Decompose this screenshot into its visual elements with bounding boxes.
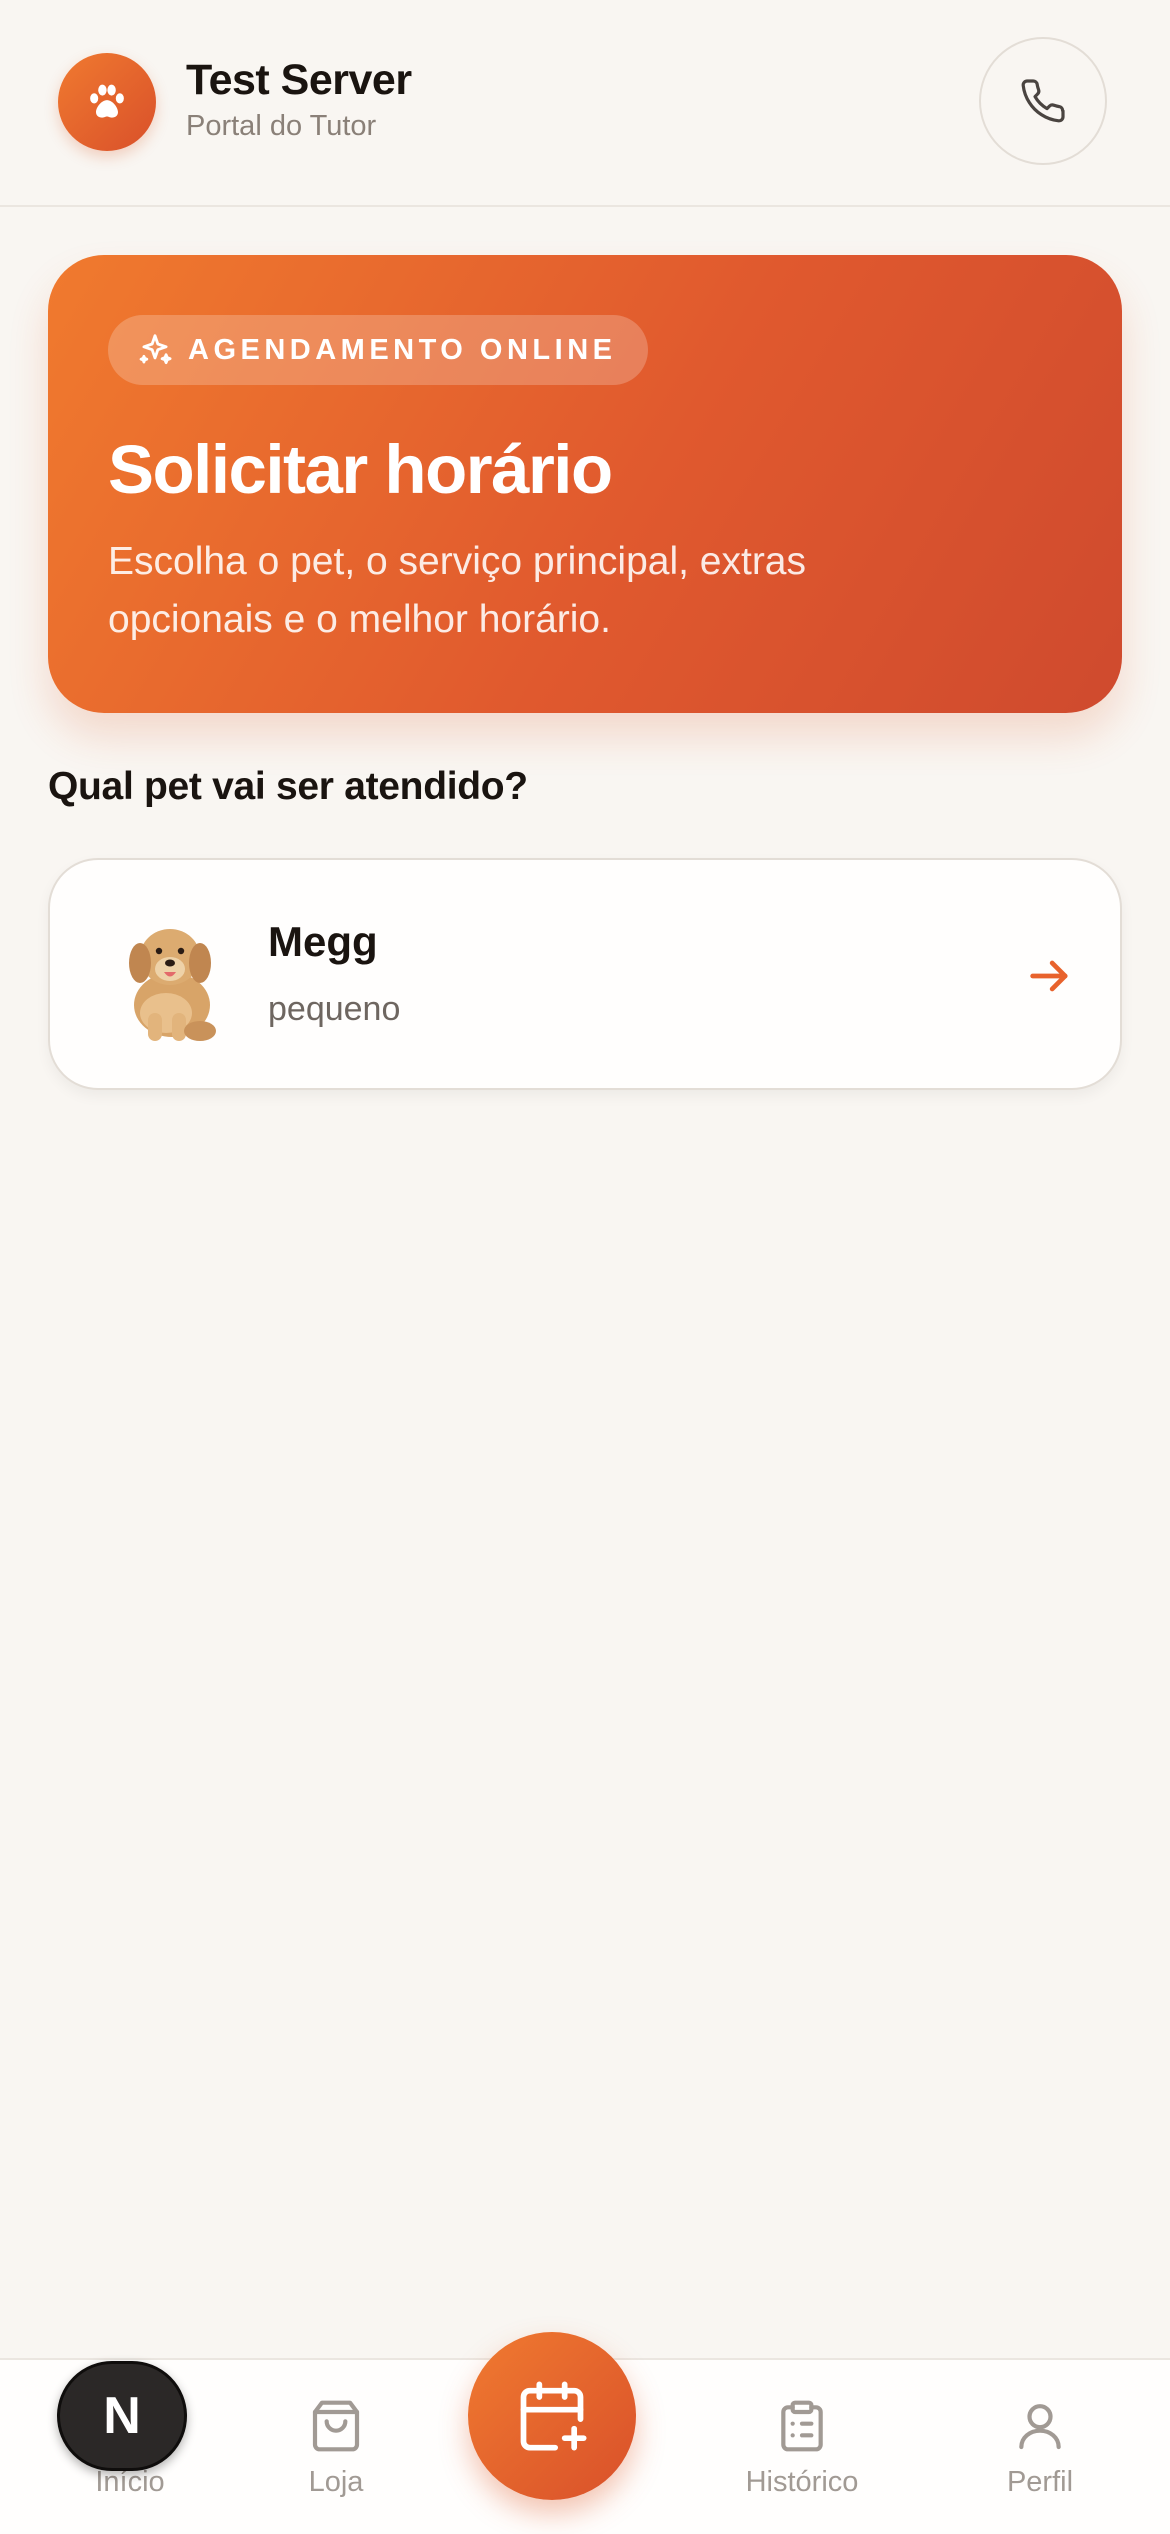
nav-label-perfil: Perfil bbox=[1006, 2466, 1074, 2498]
online-booking-badge: AGENDAMENTO ONLINE bbox=[108, 315, 649, 385]
pet-selection-heading: Qual pet vai ser atendido? bbox=[48, 765, 528, 808]
hero-title: Solicitar horário bbox=[108, 431, 613, 508]
pet-card-megg[interactable]: Megg pequeno bbox=[48, 858, 1122, 1090]
paw-icon bbox=[90, 84, 124, 118]
call-button[interactable] bbox=[979, 37, 1107, 165]
app-title: Test Server bbox=[186, 56, 412, 104]
clipboard-list-icon bbox=[781, 2400, 823, 2452]
shopping-bag-icon bbox=[312, 2400, 360, 2452]
badge-label: AGENDAMENTO ONLINE bbox=[188, 333, 617, 366]
dev-overlay-badge[interactable]: N bbox=[57, 2361, 187, 2471]
pet-photo bbox=[100, 905, 240, 1045]
hero-description: Escolha o pet, o serviço principal, extr… bbox=[108, 540, 807, 641]
pet-name: Megg bbox=[268, 918, 378, 965]
app-subtitle: Portal do Tutor bbox=[186, 110, 377, 142]
arrow-right-icon bbox=[1030, 960, 1068, 992]
nav-label-historico: Histórico bbox=[745, 2466, 859, 2498]
calendar-plus-icon bbox=[520, 2381, 587, 2451]
nav-item-loja[interactable]: Loja bbox=[246, 2360, 426, 2534]
new-appointment-button[interactable] bbox=[468, 2332, 636, 2500]
app-logo bbox=[58, 53, 156, 151]
phone-icon bbox=[1021, 79, 1065, 123]
nav-label-loja: Loja bbox=[308, 2466, 364, 2498]
nav-item-historico[interactable]: Histórico bbox=[712, 2360, 892, 2534]
nav-item-perfil[interactable]: Perfil bbox=[950, 2360, 1130, 2534]
dog-avatar-icon bbox=[129, 929, 216, 1041]
user-icon bbox=[1019, 2404, 1061, 2450]
booking-hero-card: AGENDAMENTO ONLINE Solicitar horário Esc… bbox=[48, 255, 1122, 713]
sparkles-icon bbox=[139, 334, 172, 365]
app-header: Test Server Portal do Tutor bbox=[0, 0, 1170, 207]
pet-size: pequeno bbox=[268, 990, 401, 1028]
